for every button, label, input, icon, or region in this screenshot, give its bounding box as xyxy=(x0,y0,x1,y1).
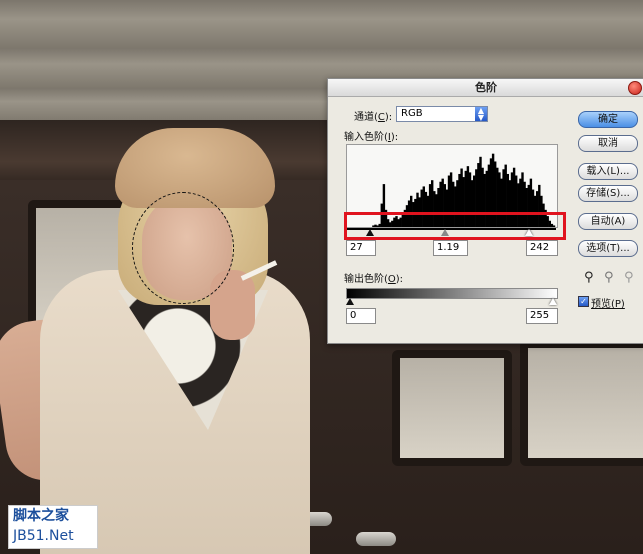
input-black-field[interactable]: 27 xyxy=(346,240,376,256)
car-window xyxy=(520,340,643,466)
black-eyedropper-icon[interactable]: ⚲ xyxy=(584,270,594,286)
channel-select[interactable]: RGB ▲ ▼ xyxy=(396,106,488,122)
levels-dialog: 色阶 通道(C): RGB ▲ ▼ 输入色阶(I): 27 1.19 242 输出… xyxy=(327,78,643,344)
load-button[interactable]: 载入(L)... xyxy=(578,163,638,180)
gray-eyedropper-icon[interactable]: ⚲ xyxy=(604,270,614,286)
wood-plank xyxy=(0,0,643,50)
chevron-updown-icon: ▲ ▼ xyxy=(475,107,487,122)
door-handle xyxy=(356,532,396,546)
dialog-title: 色阶 xyxy=(475,81,497,94)
output-black-slider[interactable] xyxy=(346,298,354,305)
output-white-slider[interactable] xyxy=(549,298,557,305)
preview-label: 预览(P) xyxy=(591,299,625,310)
white-eyedropper-icon[interactable]: ⚲ xyxy=(624,270,634,286)
ok-button[interactable]: 确定 xyxy=(578,111,638,128)
preview-checkbox[interactable]: ✓ xyxy=(578,296,589,307)
watermark-line2: JB51.Net xyxy=(13,528,74,544)
output-white-field[interactable]: 255 xyxy=(526,308,558,324)
input-white-field[interactable]: 242 xyxy=(526,240,558,256)
channel-value: RGB xyxy=(401,108,423,119)
dialog-titlebar[interactable]: 色阶 xyxy=(328,79,643,97)
site-watermark: 脚本之家 JB51.Net xyxy=(8,505,98,549)
marquee-selection xyxy=(132,192,234,304)
channel-label: 通道(C): xyxy=(354,112,393,123)
auto-button[interactable]: 自动(A) xyxy=(578,213,638,230)
annotation-red-box xyxy=(344,212,566,240)
output-gradient-bar xyxy=(346,288,558,299)
cancel-button[interactable]: 取消 xyxy=(578,135,638,152)
output-black-field[interactable]: 0 xyxy=(346,308,376,324)
close-icon[interactable] xyxy=(628,81,642,95)
save-button[interactable]: 存储(S)... xyxy=(578,185,638,202)
watermark-line1: 脚本之家 xyxy=(13,508,69,524)
car-window xyxy=(392,350,512,466)
input-gamma-field[interactable]: 1.19 xyxy=(433,240,468,256)
output-levels-label: 输出色阶(O): xyxy=(344,274,404,285)
options-button[interactable]: 选项(T)... xyxy=(578,240,638,257)
input-levels-label: 输入色阶(I): xyxy=(344,132,399,143)
